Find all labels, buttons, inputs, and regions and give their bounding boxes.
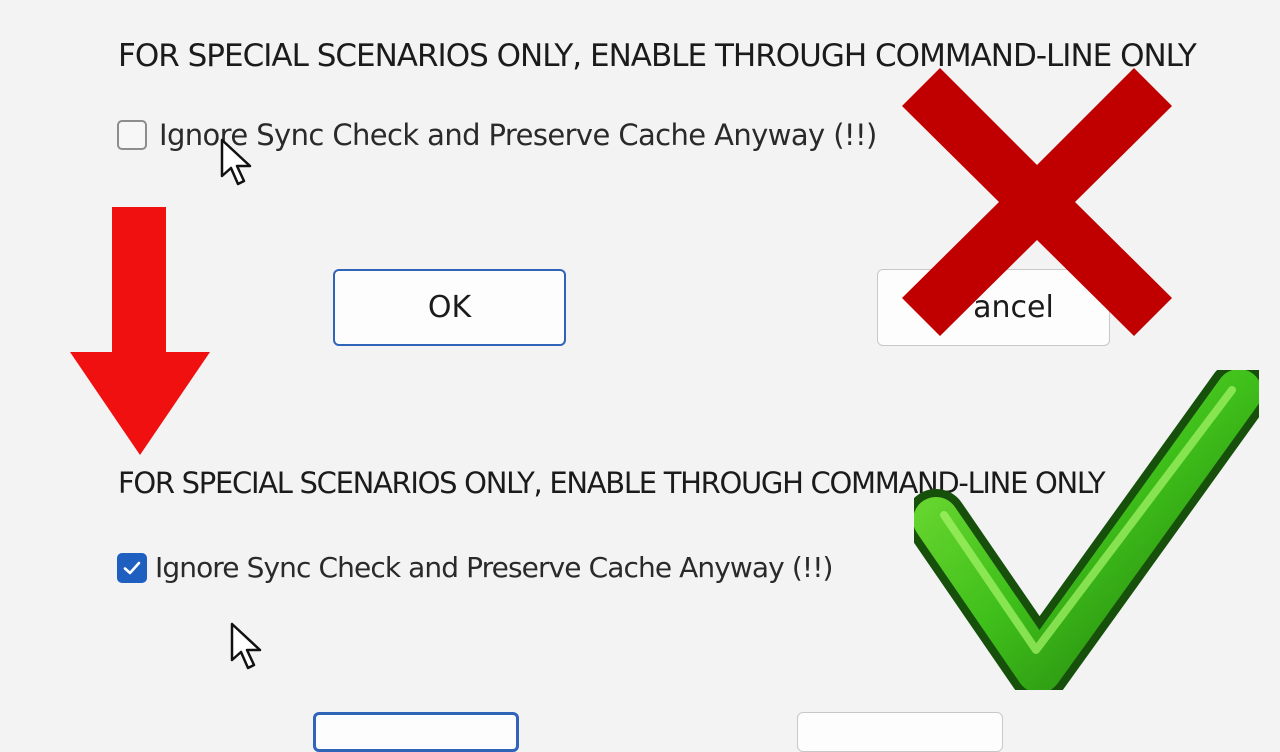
ignore-sync-label-bottom: Ignore Sync Check and Preserve Cache Any… xyxy=(155,551,833,584)
ok-button-partial[interactable] xyxy=(313,712,519,752)
mouse-cursor-icon xyxy=(220,138,252,186)
cross-mark-icon xyxy=(902,68,1172,336)
ok-button-label: OK xyxy=(427,290,472,325)
cancel-button-partial[interactable] xyxy=(797,712,1003,752)
ignore-sync-checkbox-checked[interactable] xyxy=(117,552,147,583)
arrow-down-icon xyxy=(70,207,210,455)
mouse-cursor-icon xyxy=(230,622,262,670)
ok-button[interactable]: OK xyxy=(333,269,566,346)
ignore-sync-option-bottom[interactable]: Ignore Sync Check and Preserve Cache Any… xyxy=(117,551,833,584)
checkbox-check-icon xyxy=(123,561,141,574)
check-mark-icon xyxy=(914,370,1259,690)
ignore-sync-checkbox-unchecked[interactable] xyxy=(117,120,147,150)
ignore-sync-label-top: Ignore Sync Check and Preserve Cache Any… xyxy=(159,118,877,152)
